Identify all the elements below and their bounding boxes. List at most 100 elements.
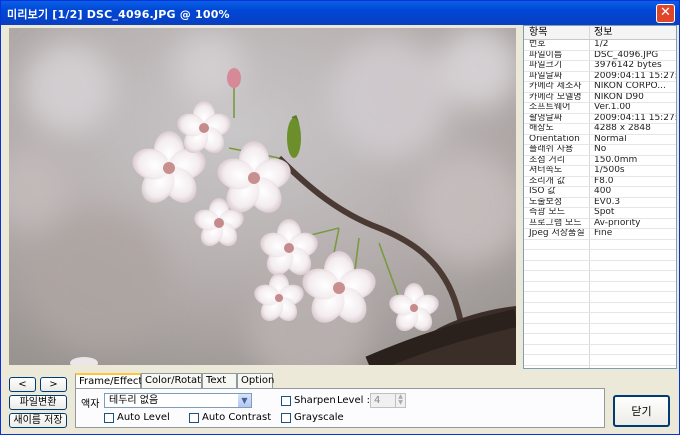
info-row[interactable]: 카메라 모델명 NIKON D90 [524, 92, 676, 103]
info-value: No [594, 145, 607, 154]
info-row-empty [524, 250, 676, 261]
stepper-arrows-icon[interactable]: ▲ ▼ [395, 394, 405, 407]
info-row-empty [524, 281, 676, 292]
next-button[interactable]: > [40, 377, 67, 392]
info-key: 플래쉬 사용 [524, 145, 590, 155]
info-row[interactable]: 셔터속도 1/500s [524, 166, 676, 177]
info-key: 카메라 모델명 [524, 92, 590, 102]
level-label: Level : [337, 395, 370, 406]
chevron-down-icon[interactable]: ▼ [238, 394, 251, 407]
info-value: Normal [594, 134, 627, 144]
info-row[interactable]: 촬영날짜 2009:04:11 15:27:53 [524, 113, 676, 124]
level-value: 4 [374, 395, 381, 406]
tab-frame-effect[interactable]: Frame/Effect [75, 373, 142, 389]
info-key: 초점 거리 [524, 155, 590, 165]
info-value: Fine [594, 229, 613, 238]
info-key: 해상도 [524, 124, 590, 134]
auto-contrast-checkbox[interactable] [189, 413, 199, 423]
save-as-button[interactable]: 새이름 저장 [9, 413, 67, 428]
info-row[interactable]: 번호 1/2 [524, 40, 676, 51]
exif-info-table[interactable]: 항목 정보 번호 1/2 파일이름 DSC_4096.JPG 파일크기 3976142 b… [523, 25, 677, 369]
info-value: 4288 x 2848 [594, 124, 651, 133]
sharpen-checkbox[interactable] [281, 396, 291, 406]
prev-button[interactable]: < [9, 377, 36, 392]
info-key: 촬영날짜 [524, 113, 590, 123]
grayscale-checkbox[interactable] [281, 413, 291, 423]
window-title: 미리보기 [1/2] DSC_4096.JPG @ 100% [7, 8, 230, 21]
info-row-empty [524, 260, 676, 271]
info-value: 400 [594, 187, 612, 196]
info-key: 파일크기 [524, 61, 590, 71]
auto-level-label: Auto Level [117, 412, 170, 423]
info-value: 1/2 [594, 40, 609, 49]
level-stepper[interactable]: 4 ▲ ▼ [370, 393, 406, 408]
info-row[interactable]: 해상도 4288 x 2848 [524, 124, 676, 135]
frame-select[interactable]: 테두리 없음 ▼ [104, 393, 252, 408]
info-row[interactable]: 카메라 제조사 NIKON CORPO... [524, 82, 676, 93]
frame-effect-panel: 액자 테두리 없음 ▼ Auto Level Auto Contrast Sha… [75, 388, 605, 428]
info-key: Orientation [524, 134, 590, 144]
preview-window: 미리보기 [1/2] DSC_4096.JPG @ 100% ✕ 항목 정보 번… [0, 0, 680, 435]
info-key: 파일날짜 [524, 71, 590, 81]
info-key: 조리개 값 [524, 176, 590, 186]
close-icon[interactable]: ✕ [656, 4, 675, 23]
info-key: 번호 [524, 40, 590, 50]
info-row[interactable]: 노출보정 EV0.3 [524, 197, 676, 208]
grayscale-label: Grayscale [294, 412, 344, 423]
info-key: Jpeg 저장품질 [524, 229, 590, 239]
info-row[interactable]: 초점 거리 150.0mm [524, 155, 676, 166]
auto-level-checkbox[interactable] [104, 413, 114, 423]
tab-color-rotate[interactable]: Color/Rotate [141, 373, 207, 388]
info-row[interactable]: 파일날짜 2009:04:11 15:27:54 [524, 71, 676, 82]
bottom-toolbar: < > 파일변환 새이름 저장 Frame/Effect Color/Rotat… [1, 369, 679, 435]
info-key: 측광 모드 [524, 208, 590, 218]
info-row[interactable]: 소프트웨어 Ver.1.00 [524, 103, 676, 114]
info-value: DSC_4096.JPG [594, 50, 659, 60]
close-button[interactable]: 닫기 [613, 395, 670, 427]
info-row-empty [524, 334, 676, 345]
info-key: 파일이름 [524, 50, 590, 60]
convert-file-button[interactable]: 파일변환 [9, 395, 67, 410]
tab-option[interactable]: Option [237, 373, 274, 388]
info-value: 2009:04:11 15:27:54 [594, 71, 676, 81]
info-table-header: 항목 정보 [524, 26, 676, 40]
info-row[interactable]: Orientation Normal [524, 134, 676, 145]
info-row[interactable]: 조리개 값 F8.0 [524, 176, 676, 187]
info-value: NIKON CORPO... [594, 82, 666, 91]
info-row-empty [524, 355, 676, 366]
header-value[interactable]: 정보 [590, 26, 676, 39]
info-row-empty [524, 344, 676, 355]
header-item[interactable]: 항목 [524, 26, 590, 39]
info-rows: 번호 1/2 파일이름 DSC_4096.JPG 파일크기 3976142 bytes 파일… [524, 40, 676, 368]
info-value: F8.0 [594, 176, 614, 186]
tab-text[interactable]: Text [202, 373, 237, 388]
info-row-empty [524, 239, 676, 250]
info-value: NIKON D90 [594, 92, 644, 102]
auto-contrast-label: Auto Contrast [202, 412, 272, 423]
info-row-empty [524, 302, 676, 313]
info-key: ISO 값 [524, 187, 590, 197]
frame-select-value: 테두리 없음 [109, 395, 159, 406]
cherry-blossom-image [9, 28, 516, 365]
info-value: 1/500s [594, 166, 625, 175]
info-value: 150.0mm [594, 155, 638, 165]
info-row[interactable]: 프로그램 모드 Av-priority [524, 218, 676, 229]
info-row[interactable]: 측광 모드 Spot [524, 208, 676, 219]
sharpen-label: Sharpen [294, 395, 336, 406]
info-row-empty [524, 271, 676, 282]
info-value: Spot [594, 208, 615, 217]
info-row-empty [524, 313, 676, 324]
info-key: 프로그램 모드 [524, 218, 590, 228]
info-value: Ver.1.00 [594, 103, 631, 112]
title-bar[interactable]: 미리보기 [1/2] DSC_4096.JPG @ 100% ✕ [1, 1, 679, 25]
info-key: 카메라 제조사 [524, 82, 590, 92]
info-key: 셔터속도 [524, 166, 590, 176]
info-row[interactable]: Jpeg 저장품질 Fine [524, 229, 676, 240]
info-row[interactable]: 파일이름 DSC_4096.JPG [524, 50, 676, 61]
frame-label: 액자 [81, 399, 100, 410]
photo-preview [9, 28, 516, 365]
info-value: Av-priority [594, 218, 641, 228]
info-row[interactable]: 파일크기 3976142 bytes [524, 61, 676, 72]
info-row[interactable]: 플래쉬 사용 No [524, 145, 676, 156]
info-row[interactable]: ISO 값 400 [524, 187, 676, 198]
